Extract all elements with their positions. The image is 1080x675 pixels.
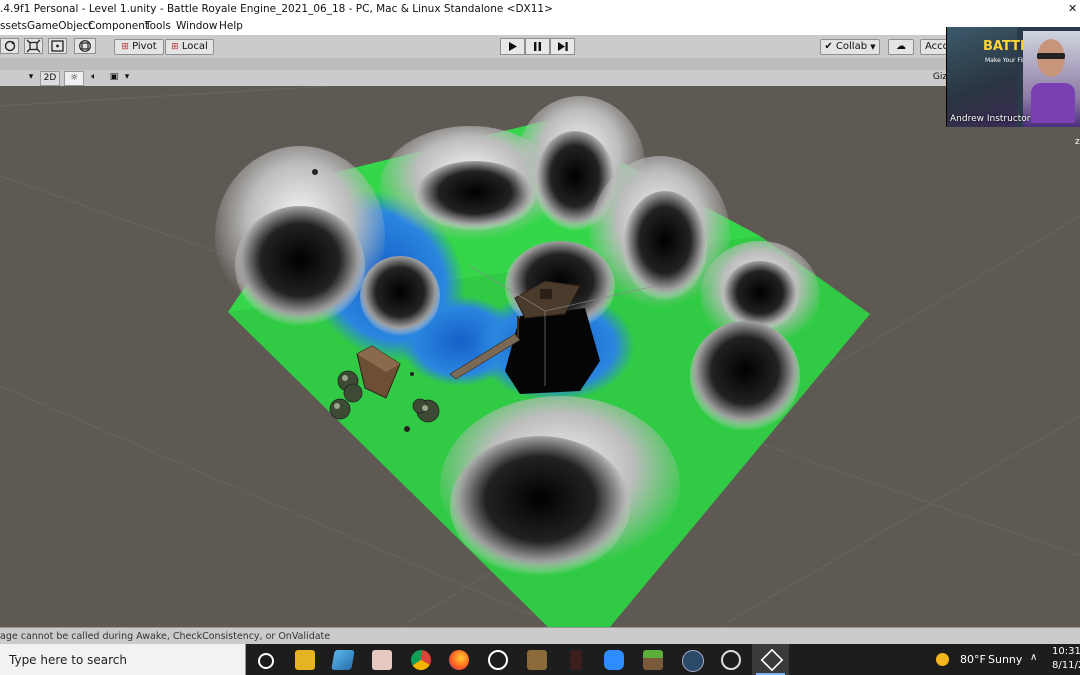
chrome-icon[interactable]: [411, 650, 431, 670]
chevron-down-icon: ▼: [870, 43, 876, 51]
app-icon-brown[interactable]: [527, 650, 547, 670]
scene-view-toolbar: ▾ 2D ☼ 🔈︎ ▣ ▾ Giz: [0, 70, 1080, 87]
check-icon: ✔: [824, 41, 833, 52]
webcam-overlay: BATTLE Make Your First FOR Andrew Instru…: [946, 27, 1080, 127]
weather-desc[interactable]: Sunny: [988, 653, 1022, 666]
step-button[interactable]: [550, 38, 575, 55]
scene-tab-strip: [0, 58, 1080, 70]
lighting-toggle-icon[interactable]: ☼: [64, 71, 84, 86]
clock-date[interactable]: 8/11/2: [1052, 660, 1080, 671]
app-icon-rocket[interactable]: [682, 650, 704, 672]
unity-icon: [760, 648, 784, 672]
local-icon: ⊞: [171, 42, 179, 52]
pause-button[interactable]: [525, 38, 550, 55]
settings-gear-icon[interactable]: [488, 650, 508, 670]
webcam-person: [1023, 31, 1080, 127]
z-label: z: [1075, 137, 1080, 147]
menu-gameobject[interactable]: GameObject: [27, 20, 92, 32]
shirt: [1031, 83, 1075, 123]
windows-taskbar: Type here to search 80°F Sunny ∧ 10:31 A…: [0, 644, 1080, 675]
terrain-render[interactable]: [0, 86, 1080, 627]
zoom-icon[interactable]: [604, 650, 624, 670]
collab-dropdown[interactable]: ✔ Collab ▼: [820, 39, 880, 55]
audio-toggle-icon[interactable]: 🔈︎: [86, 71, 102, 84]
cloud-button[interactable]: ☁: [888, 39, 914, 55]
taskbar-search[interactable]: Type here to search: [0, 644, 246, 675]
console-status-bar[interactable]: age cannot be called during Awake, Check…: [0, 627, 1080, 645]
app-icon-dark-red[interactable]: [570, 650, 582, 670]
chevron-up-icon[interactable]: ∧: [1030, 652, 1037, 663]
window-title-bar: .4.9f1 Personal - Level 1.unity - Battle…: [0, 0, 1080, 18]
app-icon-blue[interactable]: [331, 650, 355, 670]
effects-toggle-icon[interactable]: ▣: [106, 71, 122, 84]
task-view-icon[interactable]: [258, 653, 274, 669]
window-title: .4.9f1 Personal - Level 1.unity - Battle…: [0, 3, 553, 15]
minecraft-icon[interactable]: [643, 650, 663, 670]
play-icon: [509, 42, 517, 51]
weather-temp[interactable]: 80°F: [960, 653, 986, 666]
unity-taskbar-button[interactable]: [752, 644, 789, 675]
pivot-label: Pivot: [132, 41, 157, 52]
paint-icon[interactable]: [372, 650, 392, 670]
rotate-tool-icon[interactable]: [0, 38, 19, 54]
transform-tool-icon[interactable]: [74, 38, 96, 54]
menu-window[interactable]: Window: [176, 20, 217, 32]
step-icon: [558, 42, 568, 51]
cloud-icon: ☁: [896, 41, 906, 52]
sun-icon[interactable]: [936, 653, 949, 666]
obs-icon[interactable]: [721, 650, 741, 670]
glasses: [1037, 53, 1065, 59]
shading-dropdown-chevron-icon[interactable]: ▾: [26, 71, 36, 84]
pivot-icon: ⊞: [121, 42, 129, 52]
menu-component[interactable]: Component: [88, 20, 149, 32]
2d-toggle[interactable]: 2D: [40, 71, 60, 86]
pivot-toggle[interactable]: ⊞ Pivot: [114, 39, 164, 55]
scene-view[interactable]: [0, 86, 1080, 627]
menu-tools[interactable]: Tools: [145, 20, 171, 32]
file-explorer-icon[interactable]: [295, 650, 315, 670]
console-message: age cannot be called during Awake, Check…: [0, 631, 331, 642]
search-placeholder: Type here to search: [9, 653, 127, 667]
firefox-icon[interactable]: [449, 650, 469, 670]
main-toolbar: ⊞ Pivot ⊞ Local ✔ Collab ▼ ☁ Acco: [0, 35, 1080, 59]
collab-label: Collab: [835, 41, 868, 52]
menu-bar: ssets GameObject Component Tools Window …: [0, 18, 1080, 35]
local-toggle[interactable]: ⊞ Local: [165, 39, 214, 55]
play-button[interactable]: [500, 38, 525, 55]
close-icon[interactable]: ✕: [1068, 2, 1077, 15]
pause-icon: [534, 42, 541, 51]
local-label: Local: [181, 41, 208, 52]
effects-dropdown-chevron-icon[interactable]: ▾: [123, 71, 131, 84]
menu-assets[interactable]: ssets: [0, 20, 27, 32]
rock-island: [505, 308, 600, 394]
scale-tool-icon[interactable]: [24, 38, 43, 54]
menu-help[interactable]: Help: [219, 20, 243, 32]
clock-time[interactable]: 10:31 A: [1052, 646, 1080, 657]
rect-tool-icon[interactable]: [48, 38, 67, 54]
webcam-name-label: Andrew Instructor: [950, 114, 1031, 124]
